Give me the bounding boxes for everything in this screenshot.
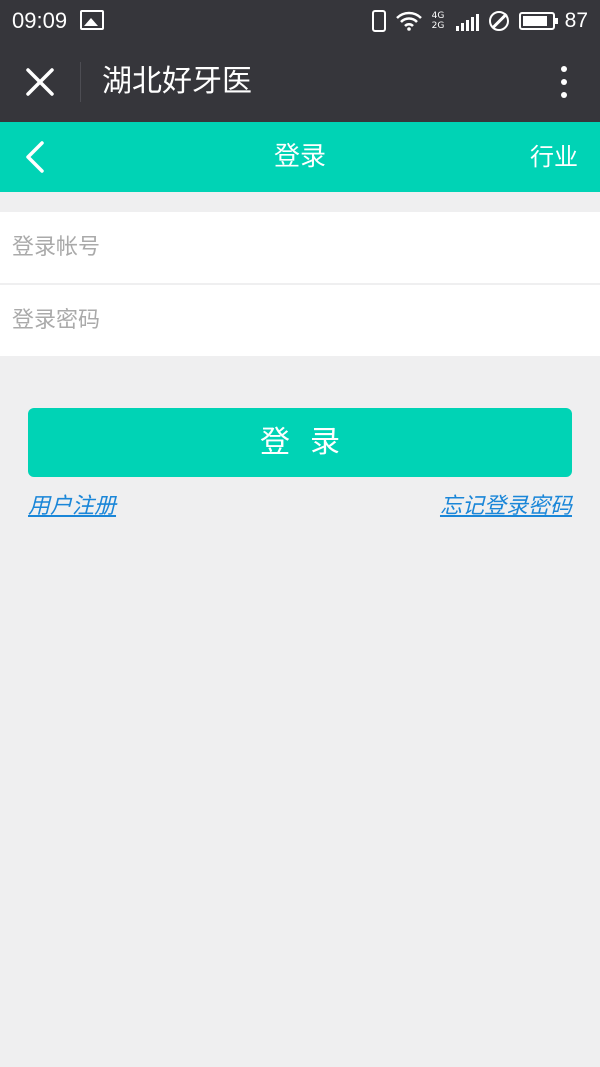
network-type-indicator: 4G 2G	[432, 11, 446, 31]
do-not-disturb-icon	[488, 11, 509, 31]
status-time: 09:09	[12, 8, 68, 33]
close-icon	[26, 68, 54, 96]
password-input[interactable]	[0, 285, 600, 356]
battery-level: 87	[564, 9, 588, 32]
battery-fill	[522, 16, 547, 26]
status-bar: 09:09 4G 2G 87	[0, 0, 600, 42]
image-notification-icon	[80, 10, 104, 30]
signal-icon	[455, 11, 479, 31]
forgot-password-link[interactable]: 忘记登录密码	[440, 492, 572, 522]
account-input[interactable]	[0, 212, 600, 283]
more-button[interactable]	[552, 62, 576, 102]
close-button[interactable]	[20, 62, 60, 102]
account-field-row	[0, 212, 600, 283]
password-field-row	[0, 285, 600, 356]
network-type-top: 4G	[431, 11, 445, 21]
industry-link[interactable]: 行业	[530, 139, 578, 175]
page-header: 登录 行业	[0, 122, 600, 192]
more-vertical-icon	[561, 66, 567, 72]
battery-icon	[518, 12, 558, 30]
app-title: 湖北好牙医	[102, 64, 252, 99]
page-title: 登录	[273, 142, 326, 172]
divider	[80, 62, 81, 102]
network-type-bottom: 2G	[431, 21, 445, 31]
status-icons: 4G 2G 87	[371, 6, 588, 36]
login-button[interactable]: 登录	[28, 408, 572, 477]
register-link[interactable]: 用户注册	[28, 492, 116, 522]
app-bar: 湖北好牙医	[0, 42, 600, 122]
wifi-icon	[395, 11, 422, 31]
vibrate-icon	[371, 10, 386, 32]
